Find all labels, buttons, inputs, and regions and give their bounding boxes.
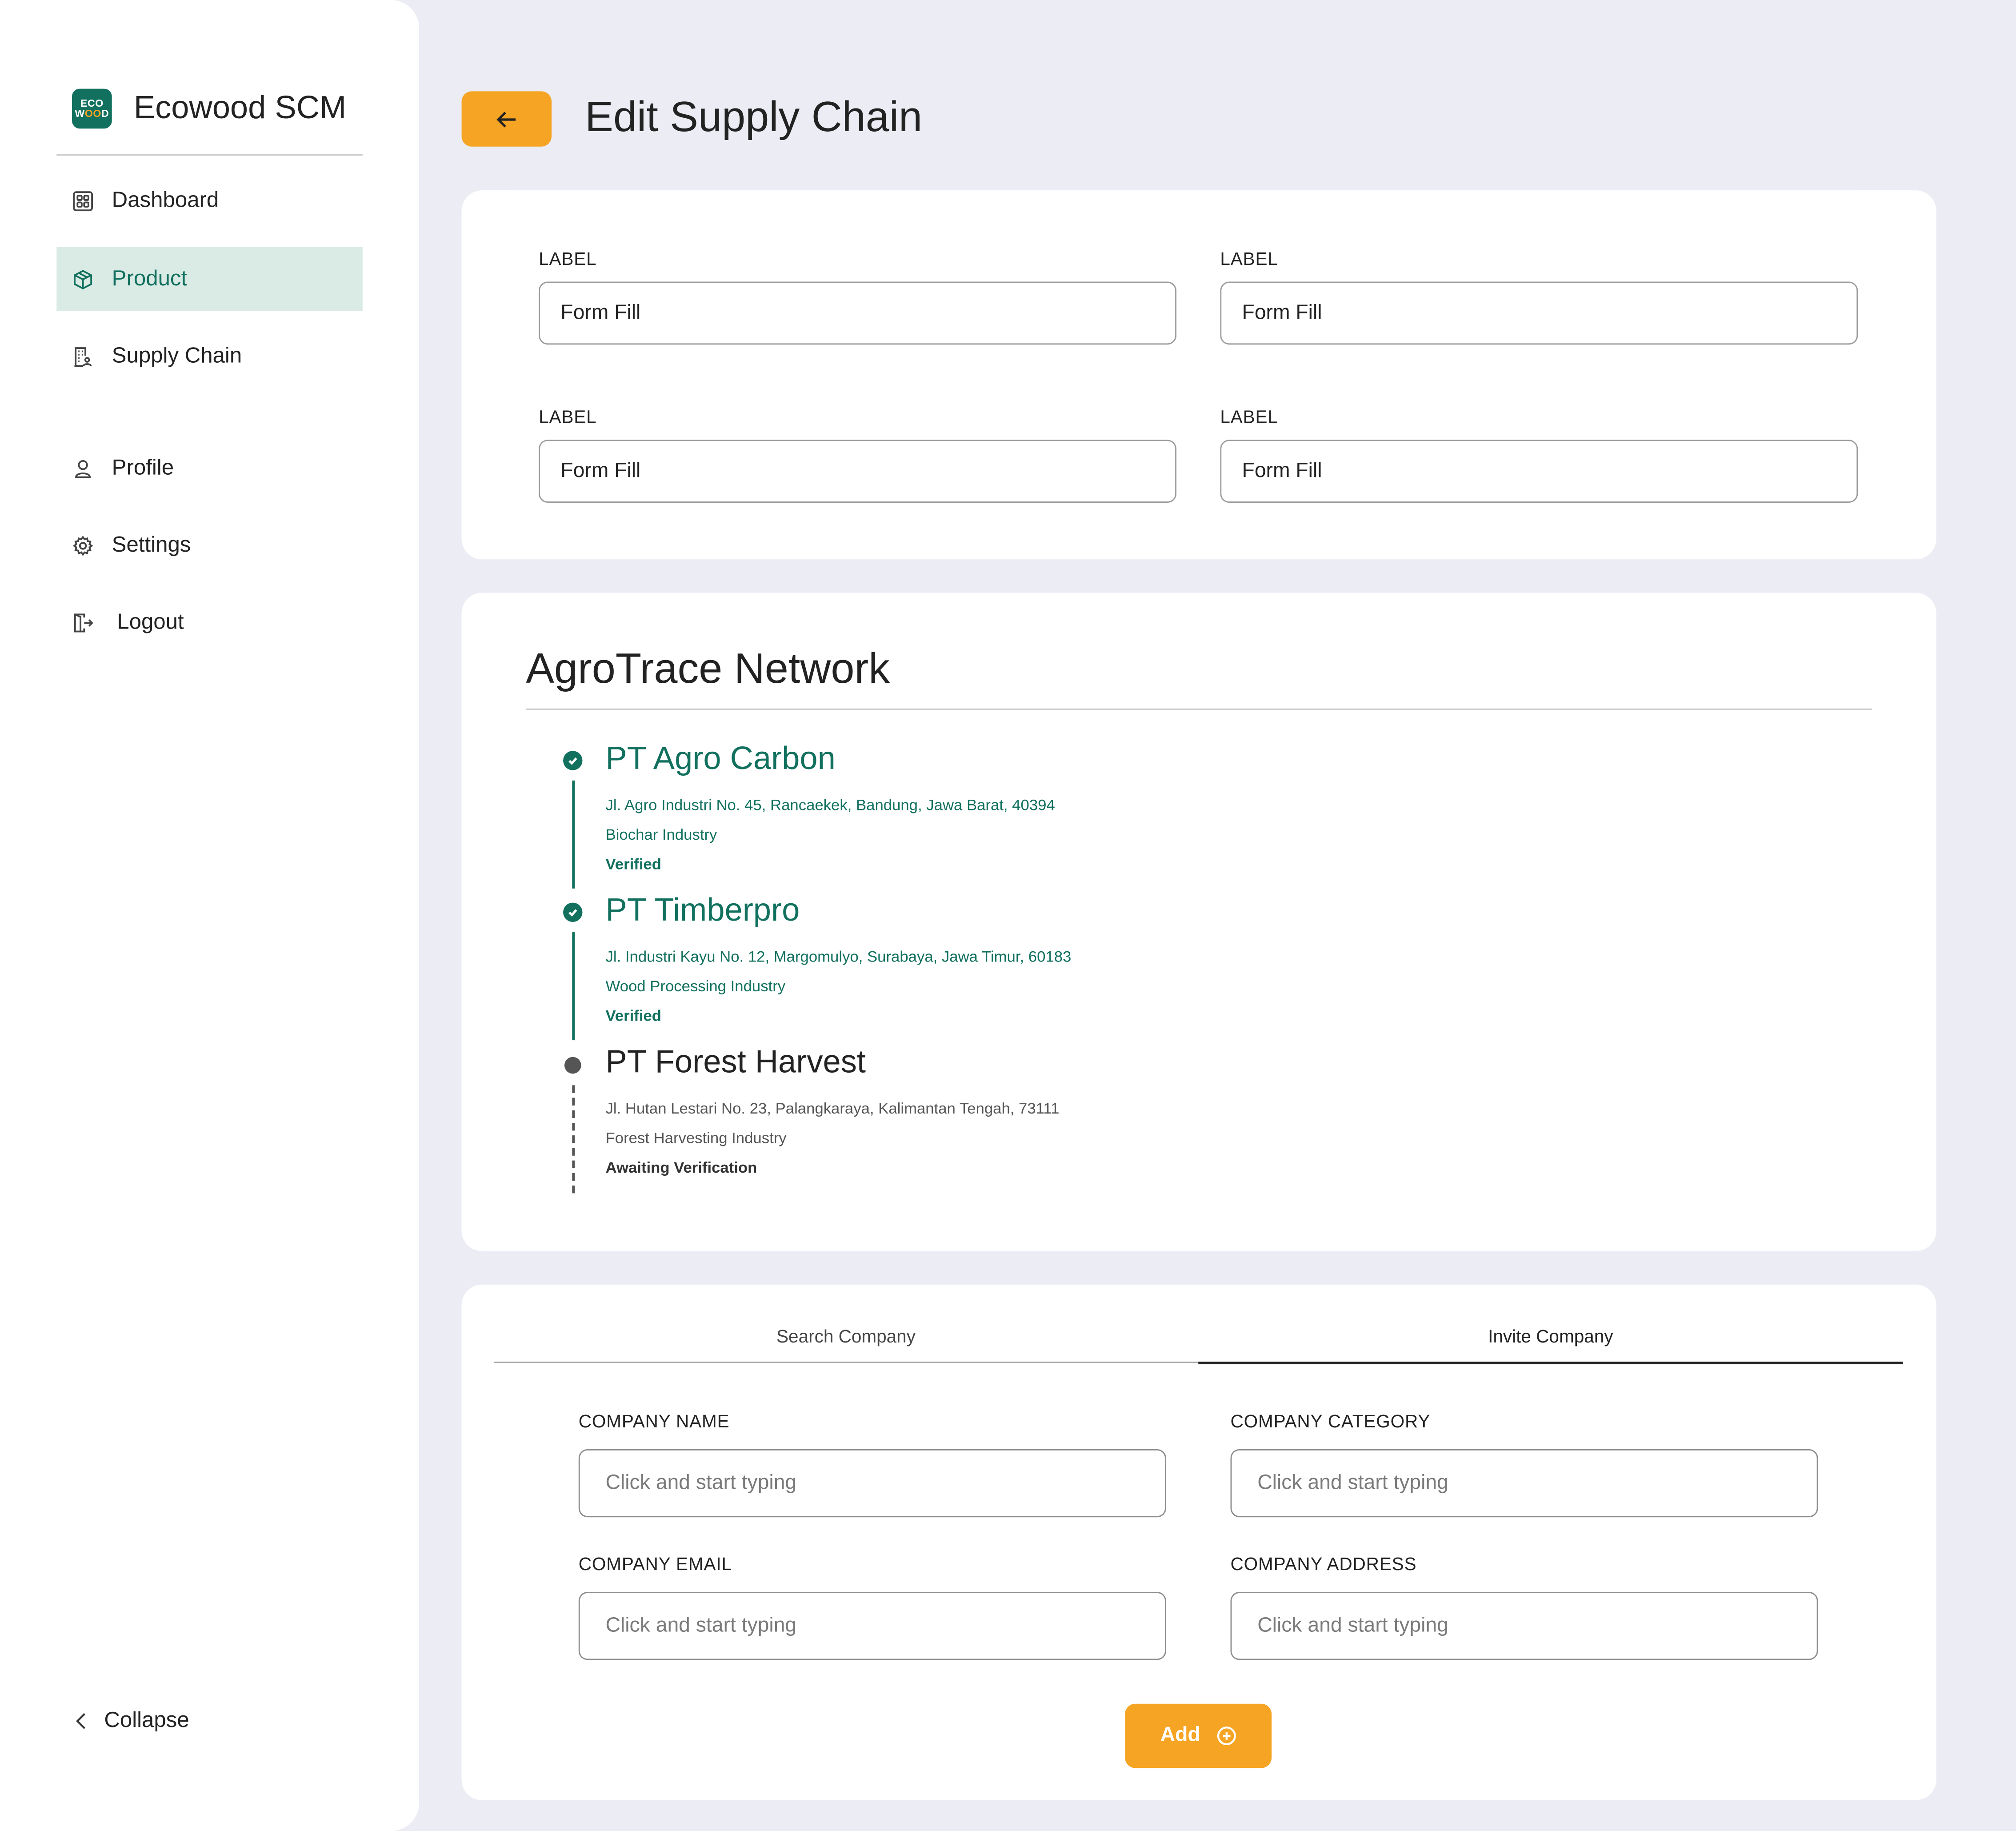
arrow-left-icon [496, 111, 516, 127]
company-address: Jl. Industri Kayu No. 12, Margomulyo, Su… [605, 947, 1072, 966]
sidebar-item-supply-chain[interactable]: Supply Chain [56, 324, 363, 389]
company-name[interactable]: PT Forest Harvest [606, 1044, 866, 1082]
field-label: LABEL [1220, 406, 1278, 427]
timeline-connector [572, 780, 575, 889]
network-title: AgroTrace Network [526, 644, 890, 692]
company-address: Jl. Agro Industri No. 45, Rancaekek, Ban… [605, 796, 1055, 814]
building-icon [71, 345, 94, 368]
collapse-button[interactable]: Collapse [56, 1688, 363, 1753]
sidebar-item-label: Logout [117, 609, 184, 634]
sidebar-item-label: Dashboard [112, 188, 219, 212]
company-address: Jl. Hutan Lestari No. 23, Palangkaraya, … [605, 1099, 1060, 1118]
field-label: COMPANY NAME [578, 1410, 730, 1431]
sidebar-item-label: Supply Chain [112, 343, 242, 368]
form-field-1[interactable] [539, 281, 1177, 345]
form-field-3[interactable] [539, 440, 1177, 503]
plus-circle-icon [1216, 1727, 1236, 1745]
company-address-input[interactable] [1230, 1592, 1818, 1660]
field-label: LABEL [539, 248, 597, 269]
ecowood-logo: ECO WOOD [72, 88, 112, 129]
timeline-connector [572, 932, 575, 1041]
sidebar-item-dashboard[interactable]: Dashboard [56, 168, 363, 233]
invite-company-card: Search Company Invite Company COMPANY NA… [461, 1284, 1936, 1800]
company-category: Biochar Industry [605, 825, 717, 844]
company-name[interactable]: PT Agro Carbon [606, 741, 836, 778]
company-name[interactable]: PT Timberpro [606, 892, 800, 930]
tab-underline-active [1198, 1362, 1903, 1365]
field-label: LABEL [539, 406, 597, 427]
field-label: COMPANY ADDRESS [1230, 1553, 1417, 1574]
sidebar-item-settings[interactable]: Settings [56, 513, 363, 577]
field-label: LABEL [1220, 248, 1278, 269]
tab-underline [493, 1362, 1199, 1363]
company-email-input[interactable] [578, 1592, 1166, 1660]
company-status: Verified [605, 1006, 661, 1025]
collapse-label: Collapse [104, 1707, 189, 1732]
field-label: COMPANY CATEGORY [1230, 1410, 1431, 1431]
gear-icon [71, 533, 94, 557]
timeline-connector-dashed [572, 1085, 575, 1194]
form-field-2[interactable] [1220, 281, 1858, 345]
tab-search-company[interactable]: Search Company [494, 1326, 1198, 1346]
back-button[interactable] [461, 91, 552, 147]
add-button[interactable]: Add [1125, 1703, 1272, 1768]
company-name-input[interactable] [578, 1449, 1166, 1518]
sidebar-item-logout[interactable]: Logout [56, 590, 363, 655]
page-title: Edit Supply Chain [585, 92, 923, 140]
company-category: Wood Processing Industry [605, 977, 786, 995]
network-card: AgroTrace Network PT Agro Carbon Jl. Agr… [461, 593, 1936, 1251]
network-divider [526, 708, 1872, 710]
pending-dot-icon [564, 1057, 581, 1074]
field-label: COMPANY EMAIL [578, 1553, 732, 1574]
sidebar-item-profile[interactable]: Profile [56, 436, 363, 501]
verified-check-icon [563, 902, 583, 922]
sidebar-item-product[interactable]: Product [56, 247, 363, 312]
company-category-input[interactable] [1230, 1449, 1818, 1518]
chevron-left-icon [69, 1709, 92, 1732]
sidebar-item-label: Settings [112, 532, 191, 557]
sidebar-item-label: Profile [112, 455, 174, 480]
sidebar-divider [56, 154, 363, 156]
app-name: Ecowood SCM [133, 90, 347, 126]
company-category: Forest Harvesting Industry [605, 1129, 787, 1147]
sidebar-item-label: Product [112, 266, 188, 291]
tab-invite-company[interactable]: Invite Company [1198, 1326, 1903, 1346]
brand[interactable]: ECO WOOD Ecowood SCM [72, 88, 347, 129]
company-status: Awaiting Verification [605, 1158, 757, 1177]
box-icon [71, 268, 94, 291]
user-icon [71, 457, 94, 480]
sidebar: ECO WOOD Ecowood SCM Dashboard Product S… [0, 0, 420, 1831]
add-label: Add [1160, 1724, 1200, 1747]
logout-icon [71, 611, 94, 634]
company-status: Verified [605, 855, 661, 873]
form-field-4[interactable] [1220, 440, 1858, 503]
supply-chain-form-card: LABEL LABEL LABEL LABEL [461, 190, 1936, 560]
dashboard-icon [71, 189, 94, 212]
verified-check-icon [563, 751, 583, 770]
